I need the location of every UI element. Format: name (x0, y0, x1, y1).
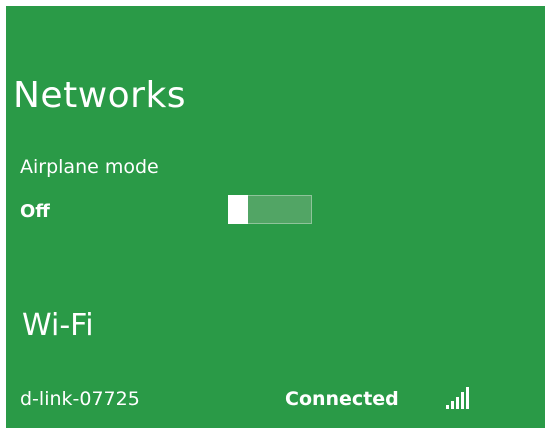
network-item[interactable]: d-link-07725 Connected (6, 382, 545, 416)
panel-title: Networks (13, 75, 187, 116)
toggle-thumb (228, 195, 248, 224)
airplane-mode-state: Off (20, 201, 50, 222)
wifi-section-title: Wi-Fi (22, 308, 94, 343)
signal-strength-icon (446, 387, 469, 409)
networks-panel: Networks Airplane mode Off Wi-Fi d-link-… (6, 6, 545, 428)
airplane-mode-toggle[interactable] (228, 195, 312, 224)
airplane-mode-label: Airplane mode (20, 156, 159, 178)
network-status: Connected (285, 388, 399, 410)
network-name: d-link-07725 (20, 388, 140, 410)
